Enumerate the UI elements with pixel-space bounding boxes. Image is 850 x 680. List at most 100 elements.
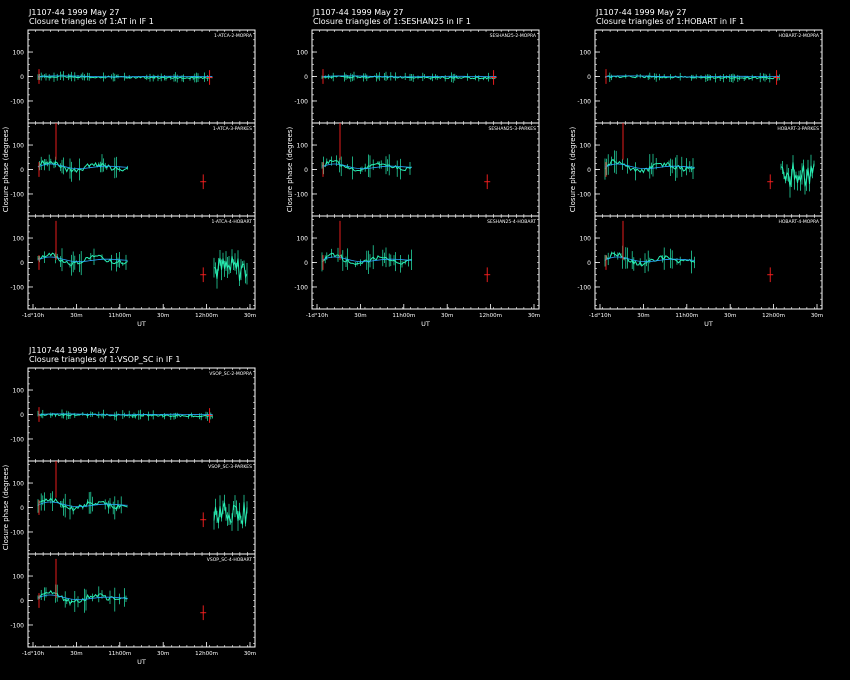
x-tick-label: -1d°10h xyxy=(306,313,329,319)
y-axis-label: Closure phase (degrees) xyxy=(2,127,10,213)
panel-3: -100 0 100 1-ATCA-4-HOBART xyxy=(10,215,256,310)
y-tick-label: 100 xyxy=(13,574,25,581)
closure-plot-1: J1107-44 1999 May 27Closure triangles of… xyxy=(2,8,256,328)
y-tick-label: 100 xyxy=(580,143,592,150)
x-tick-label: 12h00m xyxy=(195,313,218,319)
triangle-label: 1-ATCA-3-PARKES xyxy=(213,126,252,132)
y-tick-label: -100 xyxy=(10,98,24,105)
panel-3: -100 0 100 SESHAN25-4-HOBART xyxy=(294,215,540,310)
y-tick-label: 0 xyxy=(20,167,24,174)
panel-2: -100 0 100 VSOP_SC-3-PARKES xyxy=(10,460,256,555)
y-tick-label: 100 xyxy=(580,50,592,57)
panel-1: -100 0 100 1-ATCA-2-MOPRA xyxy=(10,29,256,124)
closure-phase-figure: J1107-44 1999 May 27Closure triangles of… xyxy=(2,8,823,666)
x-tick-label: 30m xyxy=(70,651,82,657)
y-tick-label: 100 xyxy=(13,236,25,243)
y-axis-label: Closure phase (degrees) xyxy=(569,127,577,213)
panel-frame xyxy=(311,122,540,217)
closure-plot-2: J1107-44 1999 May 27Closure triangles of… xyxy=(286,8,540,328)
x-axis-label: UT xyxy=(137,658,146,666)
panel-2: -100 0 100 1-ATCA-3-PARKES xyxy=(10,122,256,217)
panel-1: -100 0 100 SESHAN25-2-MOPRA xyxy=(294,29,540,124)
panel-1: -100 0 100 VSOP_SC-2-MOPRA xyxy=(10,367,256,462)
y-axis-label: Closure phase (degrees) xyxy=(2,465,10,551)
x-tick-label: 11h00m xyxy=(675,313,698,319)
triangle-label: SESHAN25-4-HOBART xyxy=(487,219,536,225)
y-tick-label: -100 xyxy=(10,529,24,536)
x-tick-label: 11h00m xyxy=(392,313,415,319)
triangle-label: HOBART-3-PARKES xyxy=(777,126,819,132)
x-tick-label: 30m xyxy=(528,313,540,319)
x-tick-label: 11h00m xyxy=(108,313,131,319)
plot-source-label: J1107-44 1999 May 27 xyxy=(595,8,687,17)
plot-title: Closure triangles of 1:VSOP_SC in IF 1 xyxy=(29,355,180,364)
x-tick-label: 30m xyxy=(244,313,256,319)
x-tick-label: 12h00m xyxy=(762,313,785,319)
model-series xyxy=(37,501,128,508)
panel-frame xyxy=(594,215,823,310)
x-tick-label: 30m xyxy=(441,313,453,319)
x-tick-label: 30m xyxy=(724,313,736,319)
x-axis-label: UT xyxy=(421,320,430,328)
x-tick-label: 30m xyxy=(157,651,169,657)
y-tick-label: 100 xyxy=(580,236,592,243)
triangle-label: SESHAN25-2-MOPRA xyxy=(490,33,537,39)
y-tick-label: 0 xyxy=(587,74,591,81)
x-tick-label: 11h00m xyxy=(108,651,131,657)
y-tick-label: -100 xyxy=(577,191,591,198)
y-tick-label: 0 xyxy=(20,412,24,419)
y-tick-label: -100 xyxy=(294,98,308,105)
y-tick-label: -100 xyxy=(294,284,308,291)
x-tick-label: -1d°10h xyxy=(589,313,612,319)
closure-phase-series xyxy=(321,159,412,172)
x-axis-label: UT xyxy=(137,320,146,328)
y-tick-label: 0 xyxy=(304,167,308,174)
y-tick-label: -100 xyxy=(10,622,24,629)
plot-source-label: J1107-44 1999 May 27 xyxy=(28,346,120,355)
y-axis-label: Closure phase (degrees) xyxy=(286,127,294,213)
y-tick-label: 0 xyxy=(20,74,24,81)
plot-title: Closure triangles of 1:AT in IF 1 xyxy=(29,17,154,26)
triangle-label: 1-ATCA-4-HOBART xyxy=(212,219,253,225)
x-tick-label: 12h00m xyxy=(479,313,502,319)
x-tick-label: 30m xyxy=(354,313,366,319)
triangle-label: VSOP_SC-3-PARKES xyxy=(208,464,252,470)
x-tick-label: 12h00m xyxy=(195,651,218,657)
y-tick-label: 100 xyxy=(297,143,309,150)
panel-3: -100 0 100 VSOP_SC-4-HOBART xyxy=(10,553,256,648)
y-tick-label: 100 xyxy=(13,50,25,57)
model-series xyxy=(37,256,128,263)
y-tick-label: 100 xyxy=(297,50,309,57)
y-tick-label: 100 xyxy=(13,388,25,395)
triangle-label: SESHAN25-3-PARKES xyxy=(488,126,536,132)
y-tick-label: -100 xyxy=(10,436,24,443)
y-tick-label: 0 xyxy=(304,260,308,267)
y-tick-label: 100 xyxy=(13,143,25,150)
x-tick-label: 30m xyxy=(637,313,649,319)
plot-title: Closure triangles of 1:HOBART in IF 1 xyxy=(596,17,744,26)
y-tick-label: 0 xyxy=(20,505,24,512)
triangle-label: VSOP_SC-2-MOPRA xyxy=(209,371,253,377)
triangle-label: HOBART-2-MOPRA xyxy=(779,33,820,39)
closure-phase-series-late xyxy=(213,502,248,525)
x-tick-label: -1d°10h xyxy=(22,313,45,319)
x-tick-label: 30m xyxy=(70,313,82,319)
closure-plot-3: J1107-44 1999 May 27Closure triangles of… xyxy=(569,8,823,328)
panel-2: -100 0 100 HOBART-3-PARKES xyxy=(577,122,823,217)
panel-3: -100 0 100 HOBART-4-MOPRA xyxy=(577,215,823,310)
y-tick-label: -100 xyxy=(577,98,591,105)
plot-title: Closure triangles of 1:SESHAN25 in IF 1 xyxy=(313,17,471,26)
plot-source-label: J1107-44 1999 May 27 xyxy=(312,8,404,17)
closure-plot-4: J1107-44 1999 May 27Closure triangles of… xyxy=(2,346,256,666)
y-tick-label: 0 xyxy=(20,260,24,267)
y-tick-label: 0 xyxy=(20,598,24,605)
panel-frame xyxy=(594,122,823,217)
panel-2: -100 0 100 SESHAN25-3-PARKES xyxy=(294,122,540,217)
panel-1: -100 0 100 HOBART-2-MOPRA xyxy=(577,29,823,124)
closure-phase-series-late xyxy=(213,255,248,281)
y-tick-label: -100 xyxy=(10,191,24,198)
y-tick-label: 100 xyxy=(297,236,309,243)
y-tick-label: 0 xyxy=(587,167,591,174)
y-tick-label: -100 xyxy=(294,191,308,198)
triangle-label: 1-ATCA-2-MOPRA xyxy=(214,33,253,39)
